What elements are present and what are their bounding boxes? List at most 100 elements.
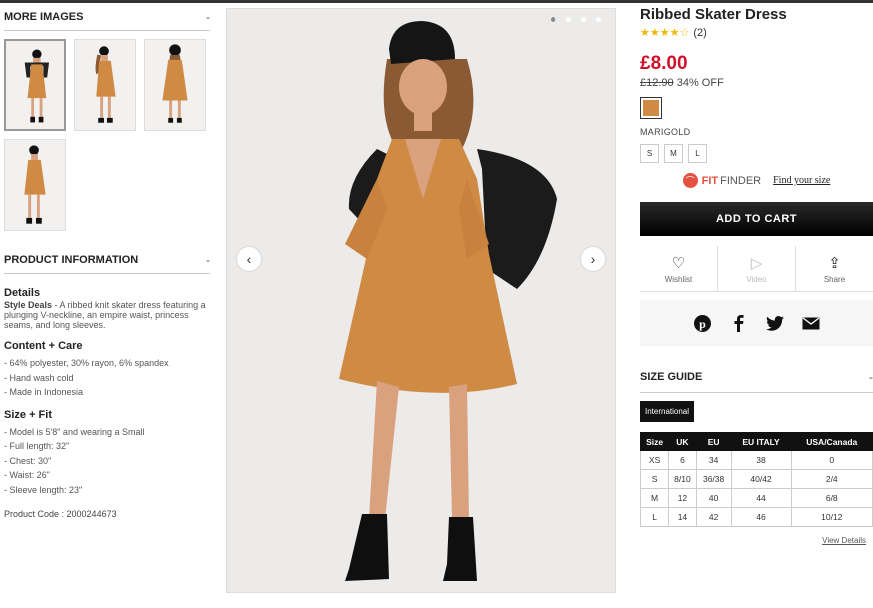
table-row: XS 6 34 38 0 bbox=[639, 450, 873, 470]
right-column: Ribbed Skater Dress ★★★★☆ (2) £8.00 £12.… bbox=[639, 6, 873, 545]
table-cell: 40 bbox=[695, 488, 732, 508]
table-cell: 0 bbox=[790, 450, 873, 470]
table-cell: S bbox=[639, 469, 670, 489]
left-column: MORE IMAGES - PRODUCT INFORMATION - Deta… bbox=[4, 10, 210, 519]
gallery-dot[interactable] bbox=[566, 17, 571, 22]
table-row: M 12 40 44 6/8 bbox=[639, 488, 873, 508]
content-line: - Made in Indonesia bbox=[4, 387, 84, 397]
size-fit-line: - Model is 5'8" and wearing a Small bbox=[4, 426, 145, 437]
table-cell: 42 bbox=[695, 507, 732, 527]
size-fit-line: - Full length: 32" bbox=[4, 441, 70, 451]
rating[interactable]: ★★★★☆ (2) bbox=[640, 26, 873, 40]
size-fit-line: - Sleeve length: 23" bbox=[4, 484, 83, 495]
gallery-dot[interactable] bbox=[551, 17, 556, 22]
size-guide-title: SIZE GUIDE bbox=[640, 371, 703, 383]
gallery-dots bbox=[551, 17, 601, 22]
original-price: £12.90 bbox=[640, 77, 674, 89]
chevron-right-icon: › bbox=[590, 251, 596, 267]
email-icon[interactable] bbox=[802, 314, 820, 332]
content-line: - Hand wash cold bbox=[4, 372, 74, 383]
size-guide-header[interactable]: SIZE GUIDE - bbox=[640, 370, 873, 393]
action-bar: ♡ Wishlist ▷ Video ⇪ Share bbox=[640, 246, 873, 292]
model-photo bbox=[227, 9, 615, 592]
main-product-image[interactable]: ‹ › bbox=[226, 8, 616, 593]
facebook-icon[interactable] bbox=[730, 314, 748, 332]
size-option-l[interactable]: L bbox=[688, 144, 707, 163]
table-cell: L bbox=[639, 507, 670, 527]
table-cell: 6 bbox=[668, 450, 697, 470]
size-guide-table: Size UK EU EU ITALY USA/Canada XS 6 34 3… bbox=[639, 432, 873, 527]
collapse-icon[interactable]: - bbox=[206, 253, 210, 267]
share-button[interactable]: ⇪ Share bbox=[796, 246, 873, 291]
product-title: Ribbed Skater Dress bbox=[640, 6, 787, 23]
twitter-icon[interactable] bbox=[765, 314, 784, 332]
fit-finder[interactable]: ⌒ FIT FINDER Find your size bbox=[640, 173, 873, 188]
product-details: Details Style Deals - A ribbed knit skat… bbox=[4, 287, 210, 331]
fit-finder-icon: ⌒ bbox=[682, 173, 698, 188]
product-information-header[interactable]: PRODUCT INFORMATION - bbox=[4, 253, 210, 274]
column-header: EU ITALY bbox=[730, 432, 792, 451]
social-share-bar: p bbox=[640, 300, 873, 346]
table-header-row: Size UK EU EU ITALY USA/Canada bbox=[639, 432, 873, 451]
star-rating-icon: ★★★★☆ bbox=[640, 27, 690, 39]
thumbnail-grid bbox=[4, 39, 210, 231]
product-information-title: PRODUCT INFORMATION bbox=[4, 254, 139, 266]
column-header: EU bbox=[695, 432, 732, 451]
gallery-dot[interactable] bbox=[581, 17, 586, 22]
thumbnail-4[interactable] bbox=[4, 139, 66, 231]
size-option-m[interactable]: M bbox=[664, 144, 683, 163]
size-fit-line: - Chest: 30" bbox=[4, 455, 52, 466]
details-heading: Details bbox=[4, 287, 41, 299]
gallery-dot[interactable] bbox=[596, 17, 601, 22]
column-header: Size bbox=[639, 432, 670, 451]
size-fit-line: - Waist: 26" bbox=[4, 470, 50, 480]
more-images-title: MORE IMAGES bbox=[4, 11, 84, 23]
find-your-size-link[interactable]: Find your size bbox=[773, 175, 830, 186]
chevron-left-icon: ‹ bbox=[246, 251, 252, 267]
svg-text:p: p bbox=[699, 317, 706, 331]
column-header: USA/Canada bbox=[790, 432, 873, 451]
thumbnail-3[interactable] bbox=[144, 39, 206, 131]
top-border bbox=[0, 0, 873, 3]
pinterest-icon[interactable]: p bbox=[694, 314, 712, 332]
content-care-list: - 64% polyester, 30% rayon, 6% spandex -… bbox=[4, 356, 210, 400]
view-details-link[interactable]: View Details bbox=[640, 536, 873, 545]
color-swatch-marigold[interactable] bbox=[640, 97, 662, 119]
wishlist-label: Wishlist bbox=[664, 274, 693, 284]
more-images-header[interactable]: MORE IMAGES - bbox=[4, 10, 210, 31]
table-cell: 46 bbox=[730, 507, 792, 527]
collapse-icon[interactable]: - bbox=[206, 10, 210, 24]
content-care-heading: Content + Care bbox=[4, 340, 83, 352]
video-button[interactable]: ▷ Video bbox=[718, 246, 796, 291]
tab-international[interactable]: International bbox=[640, 401, 695, 422]
table-row: L 14 42 46 10/12 bbox=[639, 507, 873, 527]
table-cell: XS bbox=[639, 450, 670, 470]
table-cell: 2/4 bbox=[790, 469, 873, 489]
share-label: Share bbox=[823, 274, 846, 284]
wishlist-button[interactable]: ♡ Wishlist bbox=[640, 246, 718, 291]
fit-finder-brand-b: FINDER bbox=[720, 174, 762, 187]
table-cell: 36/38 bbox=[695, 469, 732, 489]
table-cell: 38 bbox=[730, 450, 792, 470]
swatch-fill bbox=[643, 100, 659, 116]
size-selector: S M L bbox=[640, 144, 873, 163]
table-cell: 44 bbox=[730, 488, 792, 508]
content-line: - 64% polyester, 30% rayon, 6% spandex bbox=[4, 358, 169, 368]
prev-arrow-button[interactable]: ‹ bbox=[237, 247, 261, 271]
review-count[interactable]: (2) bbox=[693, 27, 706, 39]
thumbnail-1[interactable] bbox=[4, 39, 66, 131]
description: Style Deals - A ribbed knit skater dress… bbox=[4, 300, 210, 330]
collapse-icon[interactable]: - bbox=[869, 370, 873, 384]
next-arrow-button[interactable]: › bbox=[581, 247, 605, 271]
add-to-cart-button[interactable]: ADD TO CART bbox=[640, 202, 873, 236]
size-option-s[interactable]: S bbox=[640, 144, 659, 163]
table-cell: 10/12 bbox=[790, 507, 873, 527]
table-cell: M bbox=[639, 488, 670, 508]
product-code: Product Code : 2000244673 bbox=[4, 509, 117, 519]
column-header: UK bbox=[668, 432, 697, 451]
thumbnail-2[interactable] bbox=[74, 39, 136, 131]
price-details: £12.90 34% OFF bbox=[640, 77, 873, 89]
size-fit-heading: Size + Fit bbox=[4, 408, 52, 421]
play-icon: ▷ bbox=[750, 254, 763, 272]
table-cell: 12 bbox=[668, 488, 697, 508]
